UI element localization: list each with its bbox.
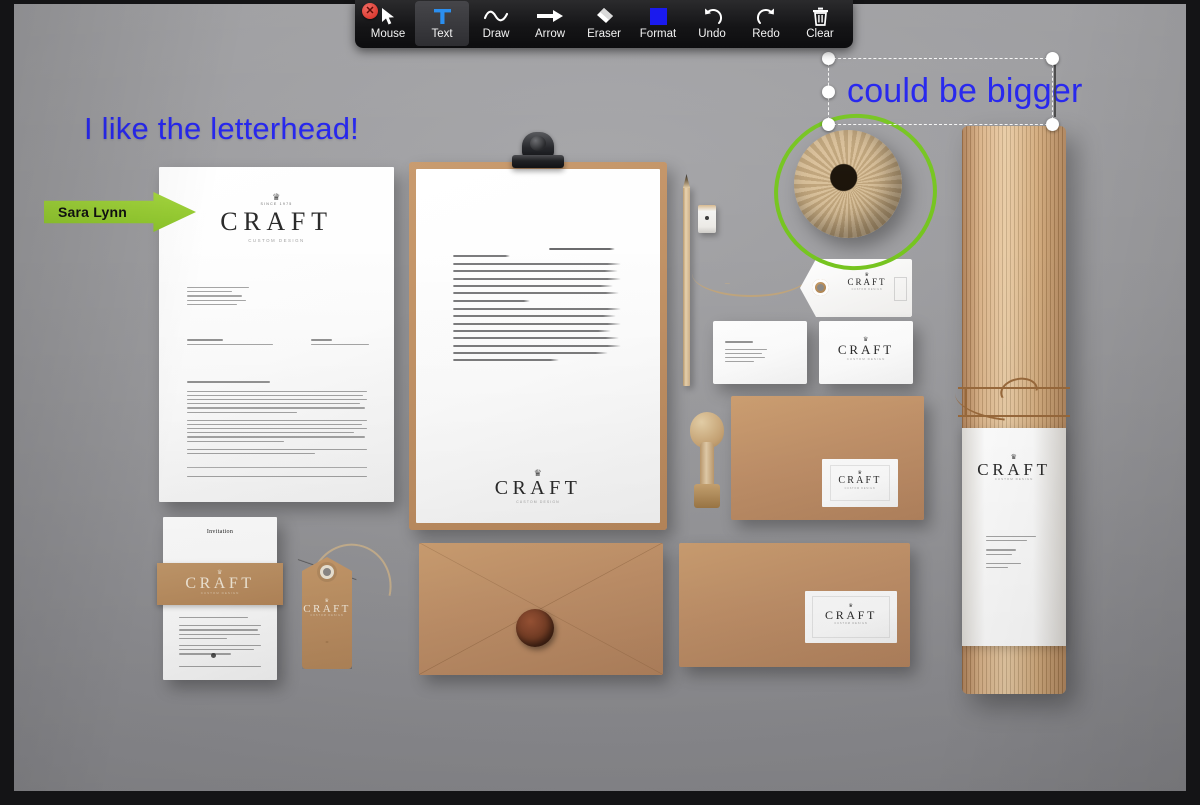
resize-handle-bottom-right[interactable]: [1046, 118, 1059, 131]
tool-label: Mouse: [371, 28, 406, 40]
text-annotation-editing-box[interactable]: could be bigger: [828, 58, 1053, 125]
tool-arrow[interactable]: Arrow: [523, 1, 577, 46]
text-annotation-value[interactable]: could be bigger: [847, 63, 1083, 119]
arrow-right-icon: [537, 4, 563, 28]
tool-mouse[interactable]: Mouse: [361, 1, 415, 46]
tool-label: Clear: [806, 28, 833, 40]
tool-redo[interactable]: Redo: [739, 1, 793, 46]
tool-label: Arrow: [535, 28, 565, 40]
tool-label: Eraser: [587, 28, 621, 40]
tool-format[interactable]: Format: [631, 1, 685, 46]
resize-handle-top-right[interactable]: [1046, 52, 1059, 65]
color-swatch-icon: [649, 4, 668, 28]
tool-label: Undo: [698, 28, 726, 40]
resize-handle-bottom-left[interactable]: [822, 118, 835, 131]
tool-label: Draw: [483, 28, 510, 40]
text-t-icon: [433, 4, 452, 28]
cursor-arrow-icon: [380, 4, 397, 28]
resize-handle-middle-left[interactable]: [822, 85, 835, 98]
resize-handle-top-left[interactable]: [822, 52, 835, 65]
undo-arrow-icon: [702, 4, 723, 28]
redo-arrow-icon: [756, 4, 777, 28]
tool-undo[interactable]: Undo: [685, 1, 739, 46]
tool-text[interactable]: Text: [415, 1, 469, 46]
text-annotation-letterhead[interactable]: I like the letterhead!: [84, 111, 359, 147]
annotation-toolbar[interactable]: ✕ Mouse Text Draw: [355, 0, 853, 48]
trash-can-icon: [812, 4, 829, 28]
tool-label: Format: [640, 28, 676, 40]
app-window: ♛ SINCE 1975 CRAFT CUSTOM DESIGN: [0, 0, 1200, 805]
screenshot-canvas[interactable]: ♛ SINCE 1975 CRAFT CUSTOM DESIGN: [14, 4, 1186, 791]
arrow-callout-label: Sara Lynn: [58, 192, 127, 232]
arrow-callout-sara-lynn[interactable]: Sara Lynn: [44, 192, 196, 232]
annotation-layer: I like the letterhead! Sara Lynn could b…: [14, 4, 1186, 791]
tool-eraser[interactable]: Eraser: [577, 1, 631, 46]
text-caret: [1054, 65, 1056, 117]
tool-label: Redo: [752, 28, 780, 40]
eraser-icon: [594, 4, 614, 28]
tool-label: Text: [431, 28, 452, 40]
squiggle-icon: [484, 4, 508, 28]
tool-draw[interactable]: Draw: [469, 1, 523, 46]
tool-clear[interactable]: Clear: [793, 1, 847, 46]
